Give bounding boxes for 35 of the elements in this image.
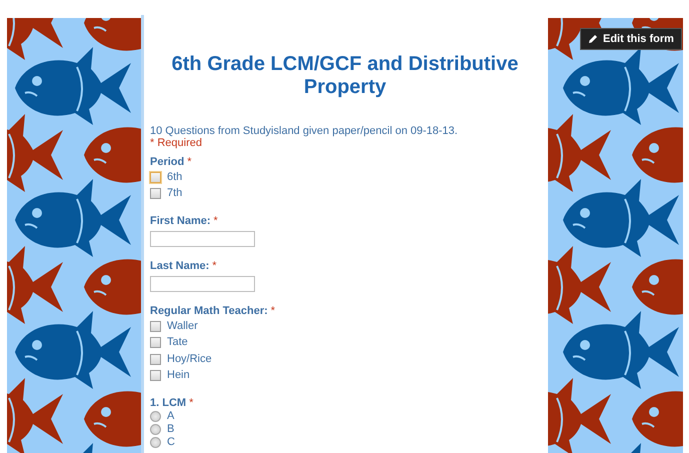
checkbox[interactable] xyxy=(150,320,161,332)
option-label[interactable]: Hoy/Rice xyxy=(167,352,212,366)
option-label[interactable]: A xyxy=(167,410,174,423)
question-label: Last Name: xyxy=(150,259,210,273)
text-field[interactable] xyxy=(150,231,255,247)
checkbox[interactable] xyxy=(150,188,161,200)
radio-button[interactable] xyxy=(150,424,161,435)
checkbox[interactable] xyxy=(150,370,161,382)
required-mark: * xyxy=(214,214,218,228)
form-description: 10 Questions from Studyisland given paper/pencil on 09-18-13. xyxy=(150,125,459,137)
required-mark: * xyxy=(270,304,276,318)
question-label: Period xyxy=(150,155,184,169)
checkbox[interactable] xyxy=(150,337,161,348)
required-mark: * xyxy=(187,155,192,169)
question-label: 1. LCM xyxy=(150,396,186,410)
option-label[interactable]: 7th xyxy=(167,187,182,200)
edit-form-button[interactable]: Edit this form xyxy=(580,28,682,50)
option-label[interactable]: Waller xyxy=(167,320,198,333)
text-field[interactable] xyxy=(150,276,255,292)
checkbox[interactable] xyxy=(150,354,161,365)
pencil-icon xyxy=(588,34,598,44)
option-label[interactable]: Hein xyxy=(167,369,190,382)
option-label[interactable]: Tate xyxy=(167,336,188,350)
radio-button[interactable] xyxy=(150,411,161,422)
checkbox[interactable] xyxy=(150,172,161,183)
option-label[interactable]: B xyxy=(167,423,174,436)
form-title: 6th Grade LCM/GCF and Distributive Property xyxy=(170,53,520,99)
question-label: Regular Math Teacher: xyxy=(150,304,268,318)
option-label[interactable]: 6th xyxy=(167,170,182,184)
question-label: First Name: xyxy=(150,214,211,228)
option-label[interactable]: C xyxy=(167,436,175,449)
required-mark: * xyxy=(189,396,194,410)
required-note: * Required xyxy=(150,137,203,149)
required-mark: * xyxy=(212,259,217,273)
radio-button[interactable] xyxy=(150,437,161,448)
